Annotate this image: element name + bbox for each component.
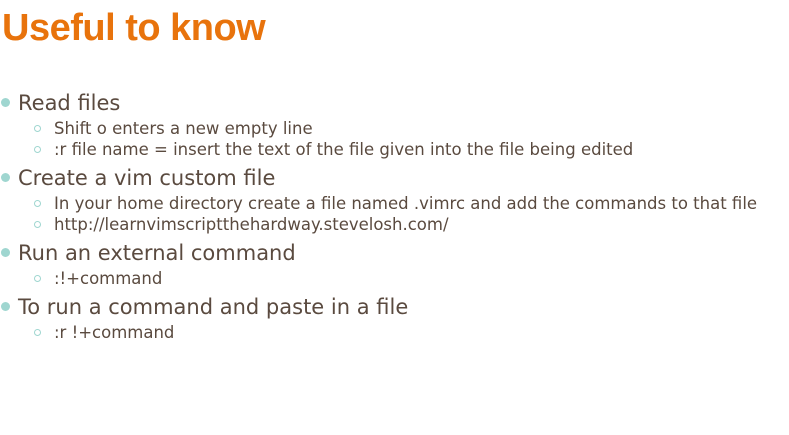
bullet-dot-icon bbox=[1, 302, 10, 311]
list-item-text: In your home directory create a file nam… bbox=[54, 194, 758, 213]
bullet-dot-icon bbox=[1, 173, 10, 182]
list-item: :r !+command bbox=[0, 324, 789, 342]
bullet-dot-icon bbox=[1, 248, 10, 257]
bullet-ring-icon bbox=[34, 125, 41, 132]
bullet-dot-icon bbox=[1, 98, 10, 107]
slide-content: Read files Shift o enters a new empty li… bbox=[0, 90, 789, 348]
list-item: :r file name = insert the text of the fi… bbox=[0, 141, 789, 159]
slide-title: Useful to know bbox=[2, 7, 266, 49]
section-heading: Create a vim custom file bbox=[18, 166, 276, 190]
sub-list: :!+command bbox=[0, 270, 789, 288]
list-item: Shift o enters a new empty line bbox=[0, 120, 789, 138]
slide: Useful to know Read files Shift o enters… bbox=[0, 0, 789, 435]
list-item-text: Shift o enters a new empty line bbox=[54, 119, 313, 138]
url-link[interactable]: http://learnvimscriptthehardway.stevelos… bbox=[54, 216, 779, 234]
list-item-text: :r file name = insert the text of the fi… bbox=[54, 140, 634, 159]
section-read-files: Read files bbox=[0, 90, 789, 116]
list-item: In your home directory create a file nam… bbox=[0, 195, 789, 213]
section-external-command: Run an external command bbox=[0, 240, 789, 266]
list-item: :!+command bbox=[0, 270, 789, 288]
bullet-ring-icon bbox=[34, 221, 41, 228]
bullet-ring-icon bbox=[34, 275, 41, 282]
sub-list: Shift o enters a new empty line :r file … bbox=[0, 120, 789, 159]
section-heading: Read files bbox=[18, 91, 121, 115]
list-item[interactable]: http://learnvimscriptthehardway.stevelos… bbox=[0, 216, 789, 234]
sub-list: In your home directory create a file nam… bbox=[0, 195, 789, 234]
section-paste-command: To run a command and paste in a file bbox=[0, 294, 789, 320]
sub-list: :r !+command bbox=[0, 324, 789, 342]
section-heading: Run an external command bbox=[18, 241, 296, 265]
bullet-ring-icon bbox=[34, 146, 41, 153]
list-item-text: :r !+command bbox=[54, 323, 175, 342]
section-heading: To run a command and paste in a file bbox=[18, 295, 409, 319]
bullet-ring-icon bbox=[34, 200, 41, 207]
section-custom-file: Create a vim custom file bbox=[0, 165, 789, 191]
bullet-ring-icon bbox=[34, 329, 41, 336]
list-item-text: :!+command bbox=[54, 269, 163, 288]
